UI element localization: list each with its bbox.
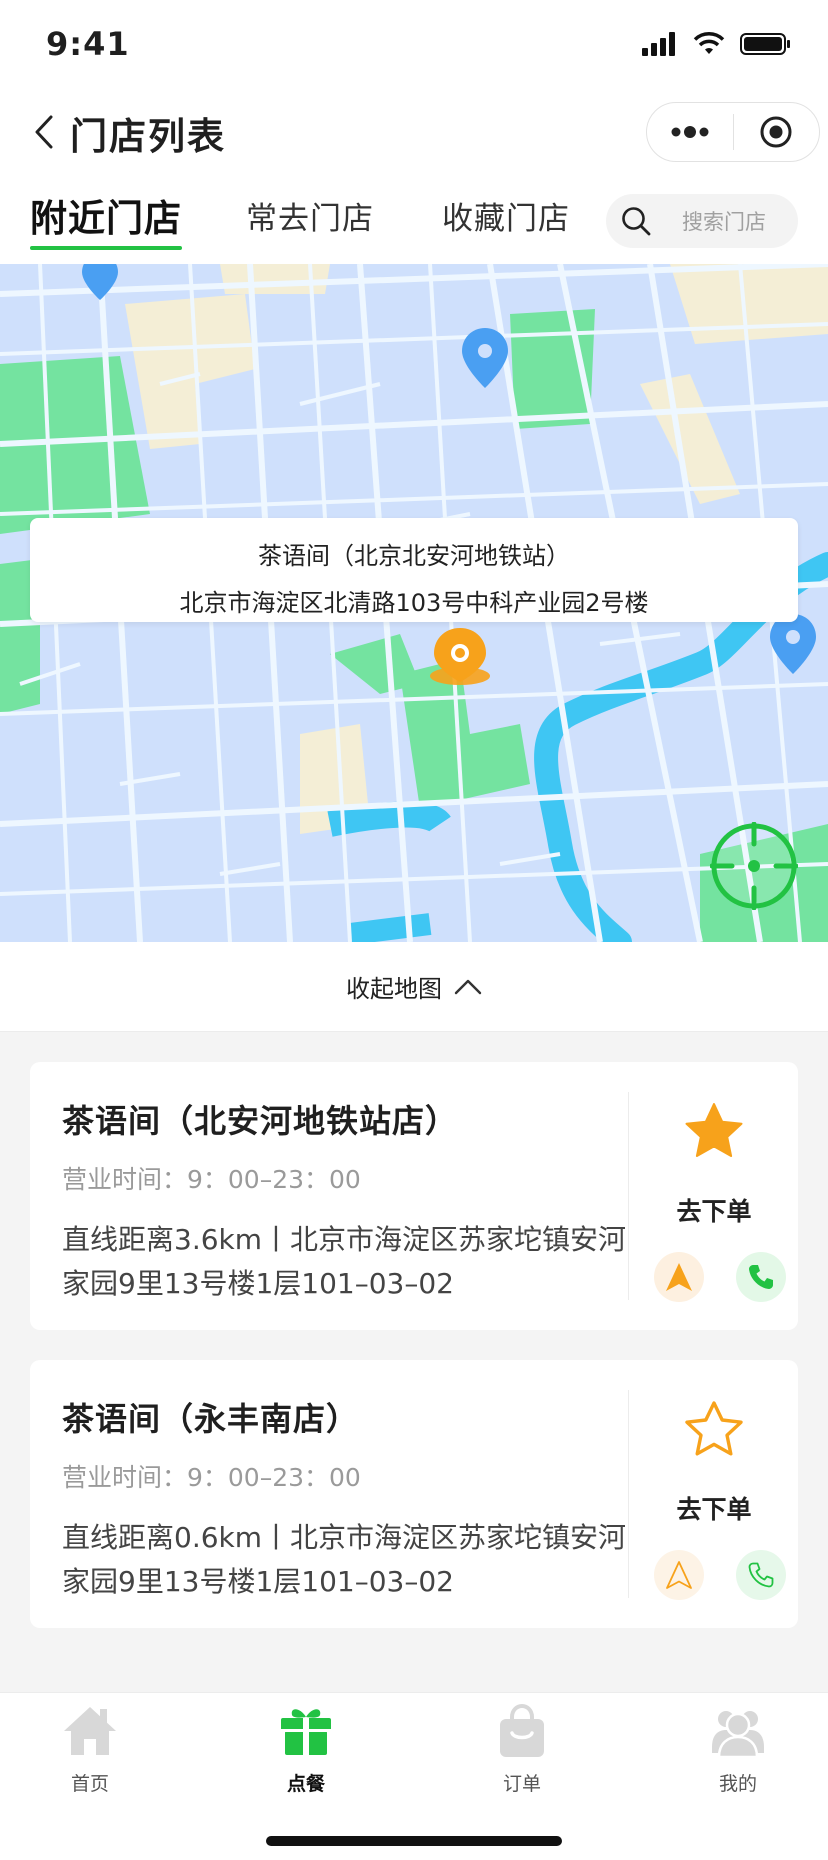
chevron-up-icon [454, 979, 482, 994]
tab-frequent-stores[interactable]: 常去门店 [246, 186, 374, 256]
store-card[interactable]: 茶语间（永丰南店） 营业时间：9：00–23：00 直线距离0.6km丨北京市海… [30, 1360, 798, 1628]
tabbar-item-mine[interactable]: 我的 [648, 1703, 828, 1796]
star-outline-icon[interactable] [682, 1398, 746, 1462]
store-address: 直线距离0.6km丨北京市海淀区苏家坨镇安河家园9里13号楼1层101–03–0… [62, 1521, 627, 1598]
home-icon [64, 1707, 116, 1755]
store-map[interactable]: 茶语间（北京北安河地铁站） 北京市海淀区北清路103号中科产业园2号楼 [0, 264, 828, 942]
close-mini-program-button[interactable] [734, 102, 820, 162]
tabbar-item-order-food[interactable]: 点餐 [216, 1703, 396, 1796]
tabbar-item-orders[interactable]: 订单 [432, 1703, 612, 1796]
popup-store-address: 北京市海淀区北清路103号中科产业园2号楼 [179, 589, 649, 617]
tabbar-label-orders: 订单 [502, 1773, 541, 1795]
tabbar-label-order-food: 点餐 [286, 1773, 325, 1795]
shopping-bag-icon [500, 1703, 544, 1757]
active-tab-underline [30, 246, 182, 250]
user-group-icon [712, 1711, 764, 1759]
tabbar-label-mine: 我的 [718, 1773, 757, 1795]
collapse-map-button[interactable]: 收起地图 [0, 942, 828, 1032]
tabbar-label-home: 首页 [70, 1773, 109, 1795]
store-card[interactable]: 茶语间（北安河地铁站店） 营业时间：9：00–23：00 直线距离3.6km丨北… [30, 1062, 798, 1330]
star-filled-icon[interactable] [682, 1100, 746, 1164]
store-address: 直线距离3.6km丨北京市海淀区苏家坨镇安河家园9里13号楼1层101–03–0… [62, 1223, 627, 1300]
home-indicator [266, 1836, 562, 1846]
page-title: 门店列表 [70, 115, 226, 158]
battery-icon [740, 33, 790, 55]
more-dots-icon [671, 126, 709, 138]
store-search-input[interactable]: 搜索门店 [606, 194, 798, 248]
call-button[interactable] [736, 1550, 786, 1600]
wifi-icon [693, 32, 725, 54]
store-list: 茶语间（北安河地铁站店） 营业时间：9：00–23：00 直线距离3.6km丨北… [0, 1032, 828, 1692]
phone-icon [749, 1265, 773, 1289]
chevron-left-icon [35, 115, 53, 149]
store-name: 茶语间（北安河地铁站店） [62, 1102, 459, 1140]
gift-icon [281, 1709, 331, 1755]
navigate-button[interactable] [654, 1550, 704, 1600]
go-order-button[interactable]: 去下单 [630, 1490, 798, 1526]
search-placeholder: 搜索门店 [682, 210, 766, 234]
navigation-arrow-icon [666, 1263, 692, 1291]
store-name: 茶语间（永丰南店） [62, 1400, 360, 1438]
status-bar: 9:41 [0, 0, 828, 88]
tab-favorite-stores[interactable]: 收藏门店 [442, 186, 570, 256]
mini-program-capsule [646, 102, 820, 162]
cellular-signal-icon [642, 32, 675, 56]
locate-me-icon[interactable] [710, 822, 798, 910]
store-tabs: 附近门店 常去门店 收藏门店 搜索门店 [0, 186, 828, 264]
nav-bar: 门店列表 [0, 88, 828, 176]
navigation-arrow-outline-icon [666, 1561, 692, 1589]
call-button[interactable] [736, 1252, 786, 1302]
card-divider [628, 1390, 629, 1598]
map-store-popup[interactable]: 茶语间（北京北安河地铁站） 北京市海淀区北清路103号中科产业园2号楼 [30, 518, 798, 622]
target-circle-icon [760, 116, 792, 148]
status-time: 9:41 [46, 25, 130, 63]
card-divider [628, 1092, 629, 1300]
bottom-tab-bar: 首页 点餐 订单 我的 [0, 1692, 828, 1860]
go-order-button[interactable]: 去下单 [630, 1192, 798, 1228]
tabbar-item-home[interactable]: 首页 [0, 1703, 180, 1796]
store-hours: 营业时间：9：00–23：00 [62, 1165, 361, 1194]
popup-store-name: 茶语间（北京北安河地铁站） [258, 542, 570, 570]
phone-outline-icon [748, 1562, 774, 1588]
navigate-button[interactable] [654, 1252, 704, 1302]
status-icons [642, 32, 792, 56]
collapse-map-label: 收起地图 [346, 975, 442, 1003]
store-hours: 营业时间：9：00–23：00 [62, 1463, 361, 1492]
back-button[interactable] [22, 108, 66, 156]
search-icon [622, 207, 651, 236]
more-button[interactable] [647, 102, 733, 162]
